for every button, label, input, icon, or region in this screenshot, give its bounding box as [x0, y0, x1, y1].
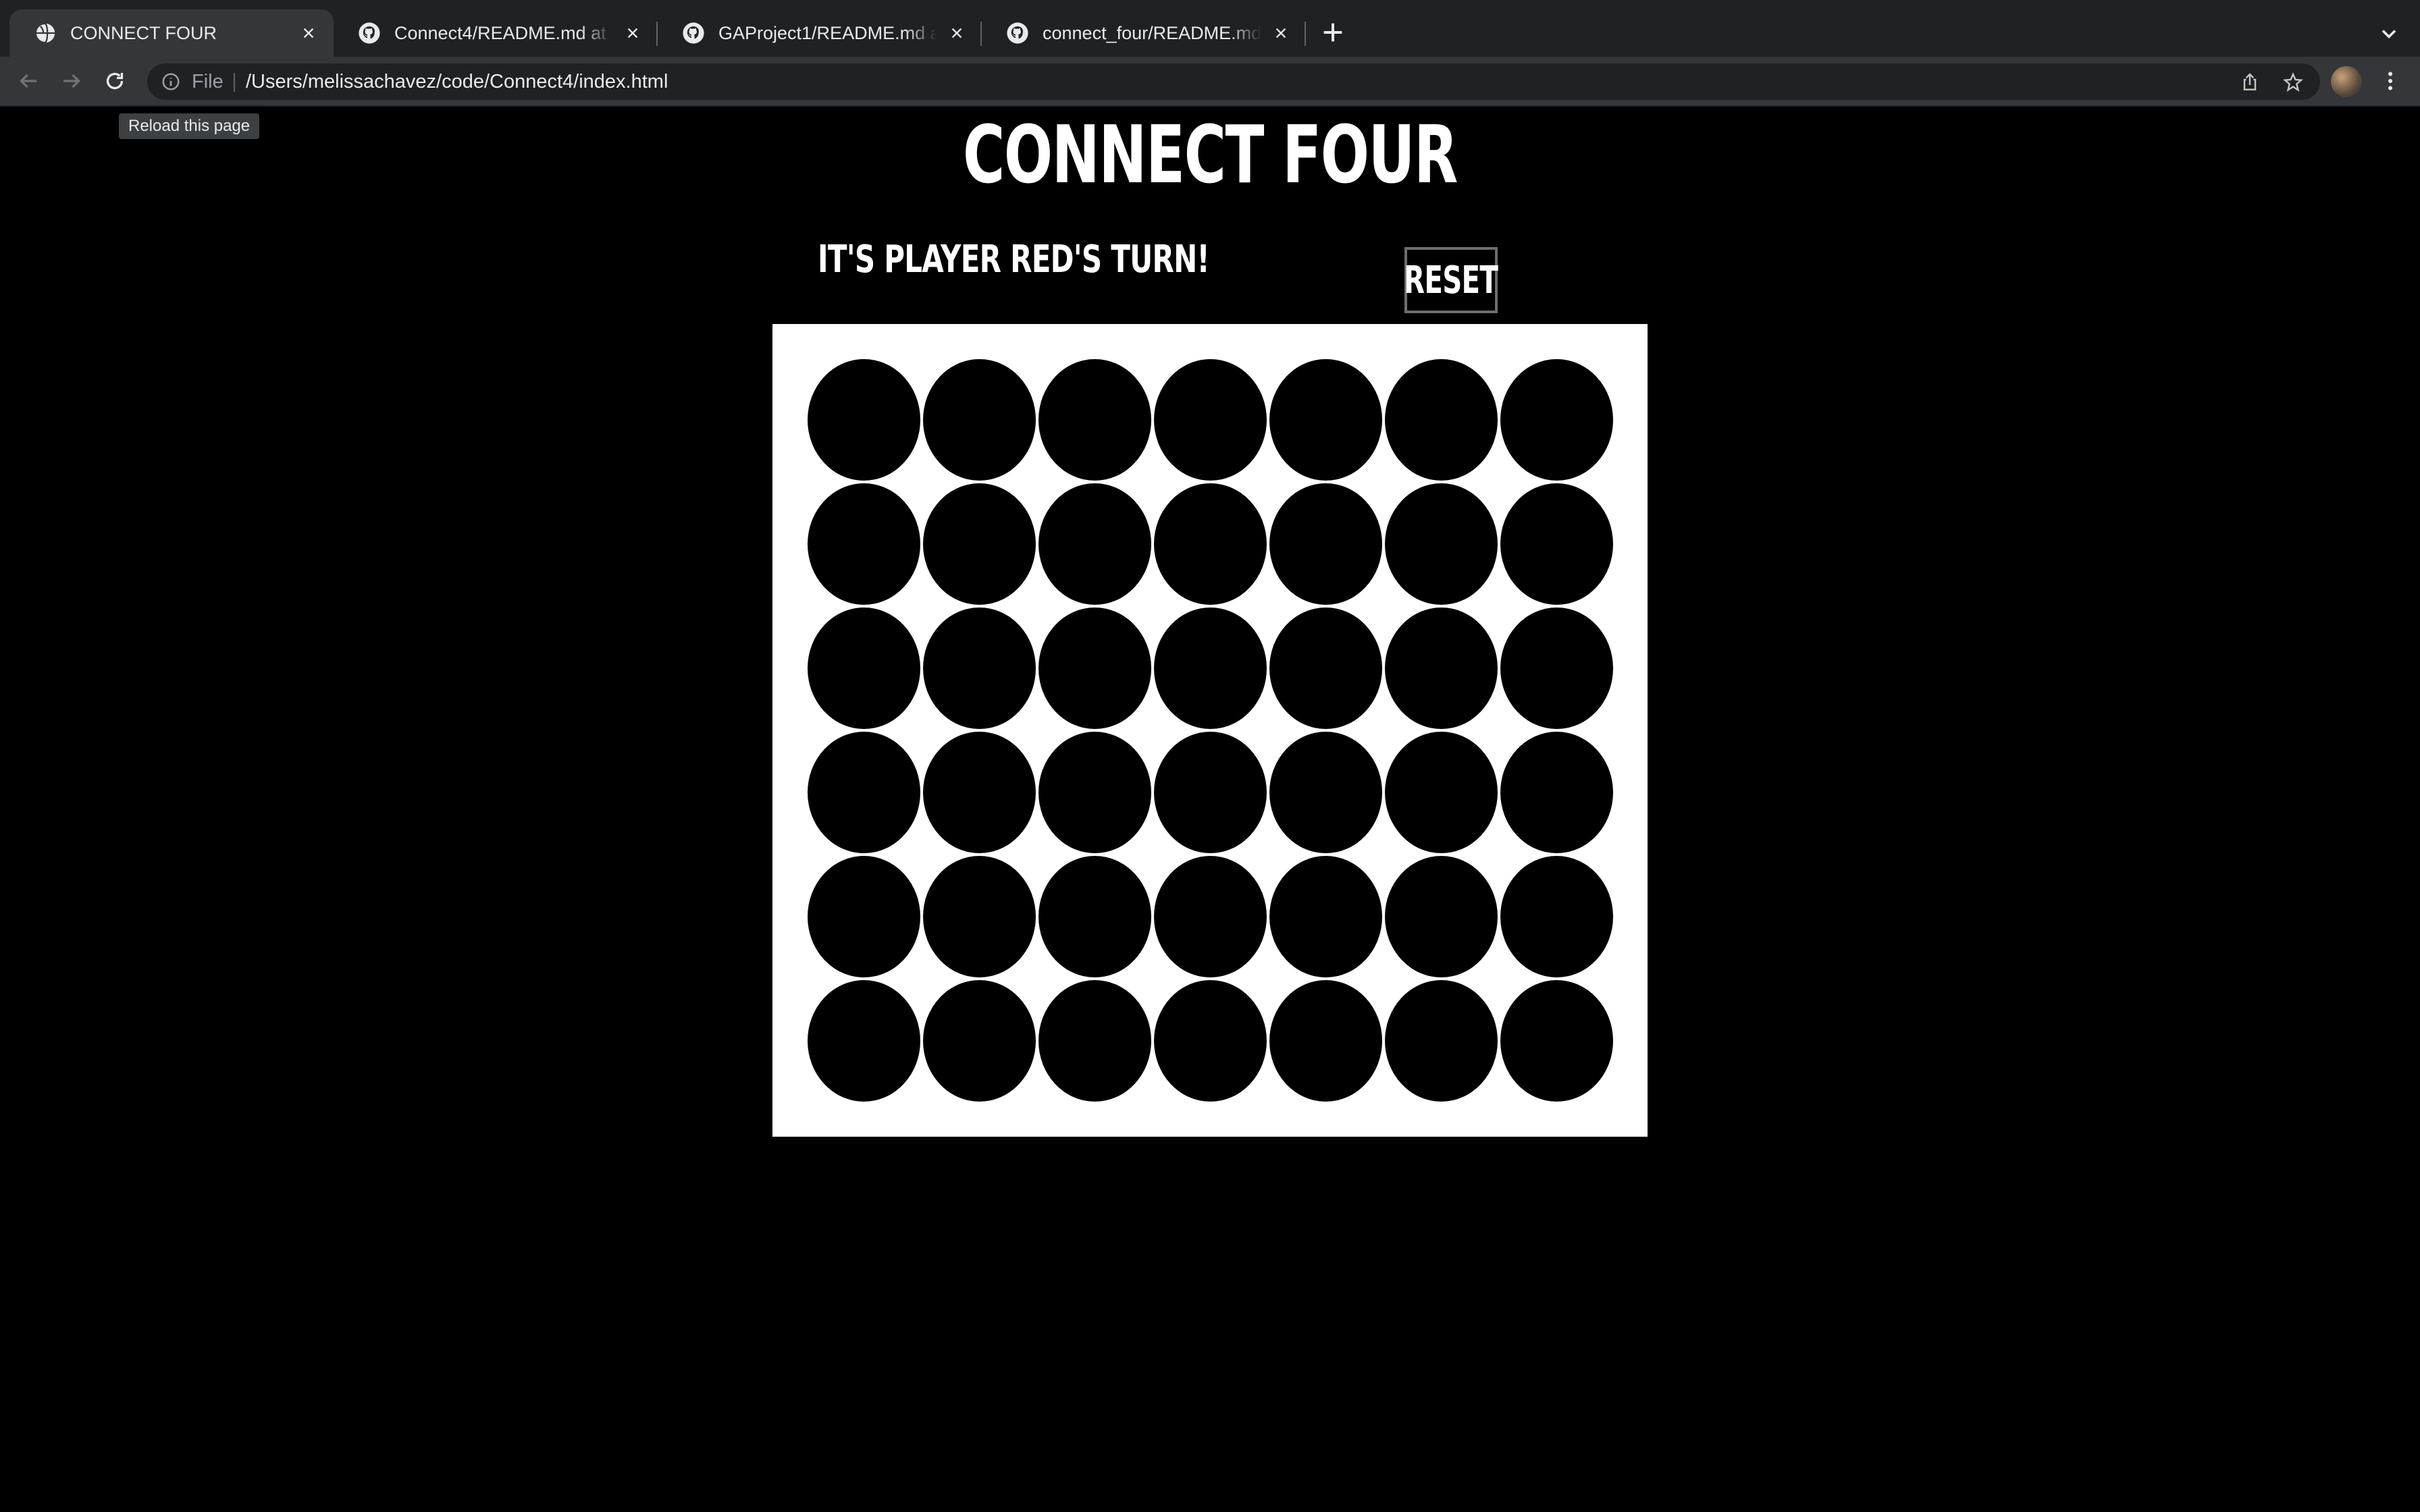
reset-button[interactable]: RESET [1404, 247, 1498, 313]
address-bar[interactable]: File /Users/melissachavez/code/Connect4/… [147, 63, 2320, 100]
board-slot-r4-c6[interactable] [1500, 856, 1613, 977]
github-icon [359, 22, 380, 44]
star-bookmark-icon[interactable] [2282, 72, 2304, 93]
tab-title: CONNECT FOUR [70, 22, 217, 43]
board-slot-r4-c2[interactable] [1038, 856, 1151, 977]
github-icon [683, 22, 704, 44]
tab-gaproject1-readme[interactable]: GAProject1/README.md at main [658, 9, 982, 57]
board-slot-r3-c0[interactable] [808, 732, 920, 853]
board-slot-r2-c0[interactable] [808, 608, 920, 729]
url-text[interactable]: /Users/melissachavez/code/Connect4/index… [246, 63, 668, 100]
tab-strip: CONNECT FOUR Connect4/README.md at main … [0, 0, 2420, 57]
board-slot-r0-c4[interactable] [1269, 359, 1382, 481]
chevron-down-icon[interactable] [2377, 22, 2401, 46]
board-slot-r1-c3[interactable] [1154, 483, 1267, 605]
board-slot-r4-c3[interactable] [1154, 856, 1267, 977]
reload-tooltip: Reload this page [119, 113, 260, 139]
board-slot-r0-c0[interactable] [808, 359, 920, 481]
board-slot-r3-c3[interactable] [1154, 732, 1267, 853]
board-slot-r0-c1[interactable] [923, 359, 1036, 481]
game-board [772, 324, 1648, 1137]
board-slot-r3-c1[interactable] [923, 732, 1036, 853]
kebab-menu-icon[interactable] [2378, 69, 2402, 93]
board-slot-r0-c2[interactable] [1038, 359, 1151, 481]
board-slot-r4-c4[interactable] [1269, 856, 1382, 977]
board-slot-r0-c3[interactable] [1154, 359, 1267, 481]
board-slot-r2-c6[interactable] [1500, 608, 1613, 729]
reset-button-label: RESET [1404, 258, 1498, 302]
turn-message: IT'S PLAYER RED'S TURN! [818, 238, 1210, 281]
board-slot-r0-c5[interactable] [1385, 359, 1498, 481]
board-slot-r2-c1[interactable] [923, 608, 1036, 729]
board-slot-r2-c2[interactable] [1038, 608, 1151, 729]
tab-connect-four-readme[interactable]: connect_four/README.md at main [982, 9, 1306, 57]
share-icon[interactable] [2239, 72, 2261, 93]
globe-icon [34, 22, 55, 44]
board-slot-r4-c0[interactable] [808, 856, 920, 977]
board-slot-r1-c2[interactable] [1038, 483, 1151, 605]
board-slot-r5-c5[interactable] [1385, 980, 1498, 1102]
board-slot-r2-c5[interactable] [1385, 608, 1498, 729]
board-slot-r3-c2[interactable] [1038, 732, 1151, 853]
scheme-label: File [192, 71, 223, 92]
page-title: CONNECT FOUR [962, 108, 1458, 201]
board-slot-r1-c1[interactable] [923, 483, 1036, 605]
board-slot-r5-c4[interactable] [1269, 980, 1382, 1102]
board-slot-r1-c0[interactable] [808, 483, 920, 605]
board-slot-r5-c0[interactable] [808, 980, 920, 1102]
tab-divider [1305, 22, 1306, 46]
github-icon [1007, 22, 1028, 44]
new-tab-plus-icon[interactable] [1319, 19, 1346, 46]
close-icon[interactable] [297, 22, 320, 45]
close-icon[interactable] [945, 22, 968, 45]
board-slot-r4-c1[interactable] [923, 856, 1036, 977]
board-slot-r1-c6[interactable] [1500, 483, 1613, 605]
back-arrow-icon[interactable] [16, 69, 41, 93]
tab-title: connect_four/README.md at main [1043, 22, 1261, 43]
tab-title: Connect4/README.md at main [394, 22, 613, 43]
forward-arrow-icon[interactable] [59, 69, 84, 93]
board-slot-r2-c4[interactable] [1269, 608, 1382, 729]
omnibox-divider [234, 73, 235, 92]
tab-connect-four[interactable]: CONNECT FOUR [9, 9, 334, 57]
profile-avatar[interactable] [2331, 66, 2362, 97]
board-slot-r4-c5[interactable] [1385, 856, 1498, 977]
board-slot-r5-c6[interactable] [1500, 980, 1613, 1102]
board-slot-r1-c4[interactable] [1269, 483, 1382, 605]
reload-icon[interactable] [103, 69, 127, 93]
tab-title: GAProject1/README.md at main [718, 22, 937, 43]
tab-connect4-readme[interactable]: Connect4/README.md at main [334, 9, 658, 57]
board-slot-r1-c5[interactable] [1385, 483, 1498, 605]
board-slot-r5-c2[interactable] [1038, 980, 1151, 1102]
board-slot-r3-c6[interactable] [1500, 732, 1613, 853]
board-slot-r3-c4[interactable] [1269, 732, 1382, 853]
board-slot-r5-c3[interactable] [1154, 980, 1267, 1102]
board-slot-r5-c1[interactable] [923, 980, 1036, 1102]
close-icon[interactable] [621, 22, 644, 45]
board-slot-r3-c5[interactable] [1385, 732, 1498, 853]
board-slot-r2-c3[interactable] [1154, 608, 1267, 729]
browser-toolbar: File /Users/melissachavez/code/Connect4/… [0, 57, 2420, 107]
info-icon[interactable] [161, 72, 181, 92]
close-icon[interactable] [1269, 22, 1292, 45]
board-slot-r0-c6[interactable] [1500, 359, 1613, 481]
